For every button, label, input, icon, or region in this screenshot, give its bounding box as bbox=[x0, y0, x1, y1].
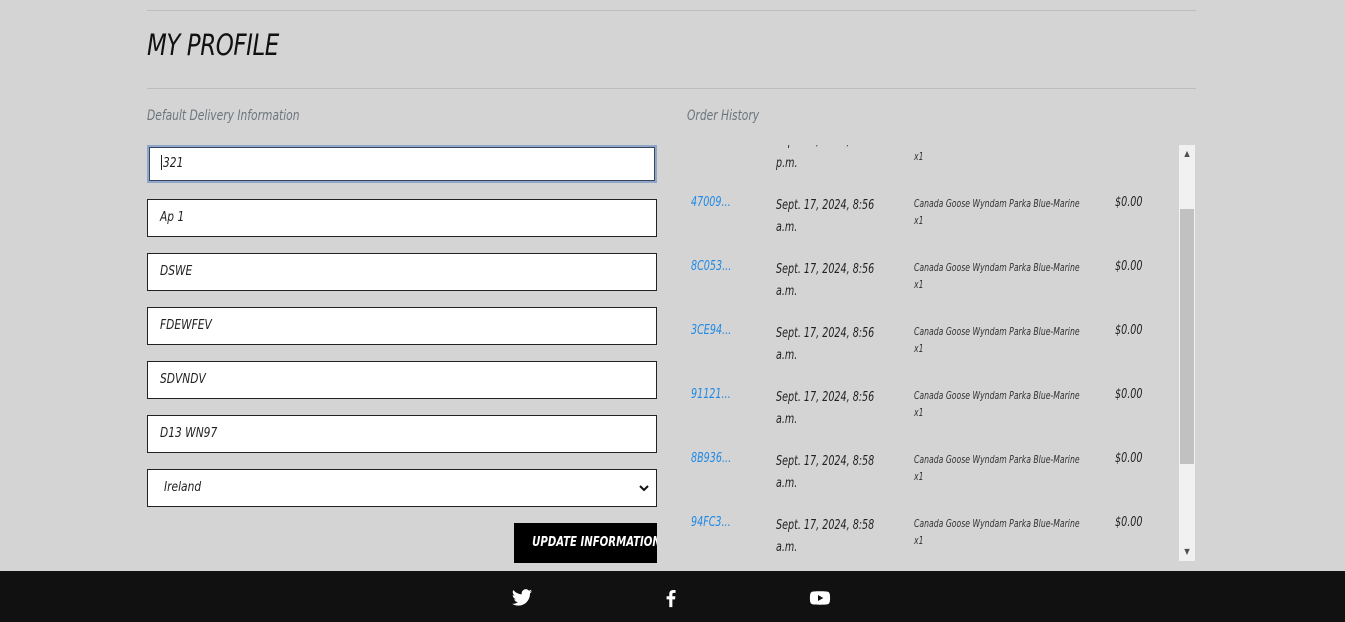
order-id-link[interactable]: 8B936... bbox=[691, 451, 731, 466]
order-total: $0.00 bbox=[1115, 387, 1143, 402]
order-history-rows: C714A... Sept. 16, 2024, 6:45 p.m. Canada … bbox=[687, 145, 1179, 561]
order-item: Canada Goose Wyndam Parka Blue-Marine x1 bbox=[914, 323, 1080, 357]
order-row: 8C053... Sept. 17, 2024, 8:56 a.m. Canada … bbox=[687, 259, 1179, 323]
county-state-field[interactable]: SDVNDV bbox=[147, 361, 657, 399]
facebook-icon[interactable] bbox=[660, 587, 682, 609]
page-title: MY PROFILE bbox=[147, 28, 279, 62]
order-row: 3CE94... Sept. 17, 2024, 8:56 a.m. Canada … bbox=[687, 323, 1179, 387]
street-address-2-field[interactable]: Ap 1 bbox=[147, 199, 657, 237]
order-item-name: Canada Goose Wyndam Parka Blue-Marine bbox=[914, 197, 1080, 210]
scroll-down-arrow-icon[interactable]: ▼ bbox=[1179, 545, 1195, 559]
order-id-link[interactable]: 3CE94... bbox=[691, 323, 731, 338]
county-field[interactable]: FDEWFEV bbox=[147, 307, 657, 345]
chevron-down-icon bbox=[638, 470, 650, 506]
youtube-icon[interactable] bbox=[809, 587, 831, 609]
order-total: $0.00 bbox=[1115, 195, 1143, 210]
order-item-qty: x1 bbox=[914, 342, 924, 355]
order-item: Canada Goose Wyndam Parka Blue-Marine x1 bbox=[914, 145, 1080, 165]
order-id-link[interactable]: 8C053... bbox=[691, 259, 731, 274]
order-total: $350.00 bbox=[1115, 145, 1155, 146]
order-id-link[interactable]: 94FC3... bbox=[691, 515, 731, 530]
order-row: 8B936... Sept. 17, 2024, 8:58 a.m. Canada … bbox=[687, 451, 1179, 515]
order-date: Sept. 16, 2024, 6:45 p.m. bbox=[776, 145, 874, 171]
order-item-name: Canada Goose Wyndam Parka Blue-Marine bbox=[914, 517, 1080, 530]
street-address-1-field[interactable]: 321 bbox=[147, 145, 657, 183]
order-total: $0.00 bbox=[1115, 515, 1143, 530]
order-item-qty: x1 bbox=[914, 406, 924, 419]
order-row: 91121... Sept. 17, 2024, 8:56 a.m. Canada … bbox=[687, 387, 1179, 451]
order-history-label: Order History bbox=[687, 108, 760, 124]
order-item: Canada Goose Wyndam Parka Blue-Marine x1 bbox=[914, 451, 1080, 485]
order-id-link[interactable]: C714A... bbox=[691, 145, 732, 146]
order-total: $0.00 bbox=[1115, 259, 1143, 274]
order-item: Canada Goose Wyndam Parka Blue-Marine x1 bbox=[914, 515, 1080, 549]
order-item-qty: x1 bbox=[914, 534, 924, 547]
order-item: Canada Goose Wyndam Parka Blue-Marine x1 bbox=[914, 195, 1080, 229]
order-history-list[interactable]: C714A... Sept. 16, 2024, 6:45 p.m. Canada … bbox=[687, 145, 1195, 561]
order-total: $0.00 bbox=[1115, 323, 1143, 338]
order-row: C714A... Sept. 16, 2024, 6:45 p.m. Canada … bbox=[687, 145, 1179, 195]
order-item-qty: x1 bbox=[914, 150, 924, 163]
country-select[interactable]: Ireland bbox=[147, 469, 657, 507]
scroll-up-arrow-icon[interactable]: ▲ bbox=[1179, 147, 1195, 161]
order-total: $0.00 bbox=[1115, 451, 1143, 466]
order-item: Canada Goose Wyndam Parka Blue-Marine x1 bbox=[914, 259, 1080, 293]
order-date: Sept. 17, 2024, 8:56 a.m. bbox=[776, 390, 875, 427]
order-date: Sept. 17, 2024, 8:58 a.m. bbox=[776, 454, 875, 491]
order-history-scrollbar[interactable]: ▲ ▼ bbox=[1179, 145, 1195, 561]
update-information-button[interactable]: UPDATE INFORMATION bbox=[514, 523, 657, 563]
twitter-icon[interactable] bbox=[511, 587, 533, 609]
order-item-qty: x1 bbox=[914, 214, 924, 227]
order-item-name: Canada Goose Wyndam Parka Blue-Marine bbox=[914, 325, 1080, 338]
order-date: Sept. 17, 2024, 8:58 a.m. bbox=[776, 518, 875, 555]
order-date: Sept. 17, 2024, 8:56 a.m. bbox=[776, 262, 875, 299]
order-id-link[interactable]: 47009... bbox=[691, 195, 731, 210]
order-item-qty: x1 bbox=[914, 470, 924, 483]
order-item: Canada Goose Wyndam Parka Blue-Marine x1 bbox=[914, 387, 1080, 421]
order-item-name: Canada Goose Wyndam Parka Blue-Marine bbox=[914, 389, 1080, 402]
town-city-field[interactable]: DSWE bbox=[147, 253, 657, 291]
title-divider bbox=[147, 88, 1196, 89]
postcode-field[interactable]: D13 WN97 bbox=[147, 415, 657, 453]
order-row: 47009... Sept. 17, 2024, 8:56 a.m. Canada … bbox=[687, 195, 1179, 259]
text-caret bbox=[161, 155, 162, 170]
order-date: Sept. 17, 2024, 8:56 a.m. bbox=[776, 326, 875, 363]
top-divider bbox=[147, 10, 1196, 11]
order-item-name: Canada Goose Wyndam Parka Blue-Marine bbox=[914, 261, 1080, 274]
order-item-name: Canada Goose Wyndam Parka Blue-Marine bbox=[914, 145, 1080, 148]
order-item-name: Canada Goose Wyndam Parka Blue-Marine bbox=[914, 453, 1080, 466]
order-item-qty: x1 bbox=[914, 278, 924, 291]
site-footer bbox=[0, 571, 1345, 622]
order-id-link[interactable]: 91121... bbox=[691, 387, 731, 402]
delivery-section-label: Default Delivery Information bbox=[147, 108, 300, 124]
scrollbar-thumb[interactable] bbox=[1180, 209, 1194, 464]
order-row: 94FC3... Sept. 17, 2024, 8:58 a.m. Canada … bbox=[687, 515, 1179, 561]
order-date: Sept. 17, 2024, 8:56 a.m. bbox=[776, 198, 875, 235]
